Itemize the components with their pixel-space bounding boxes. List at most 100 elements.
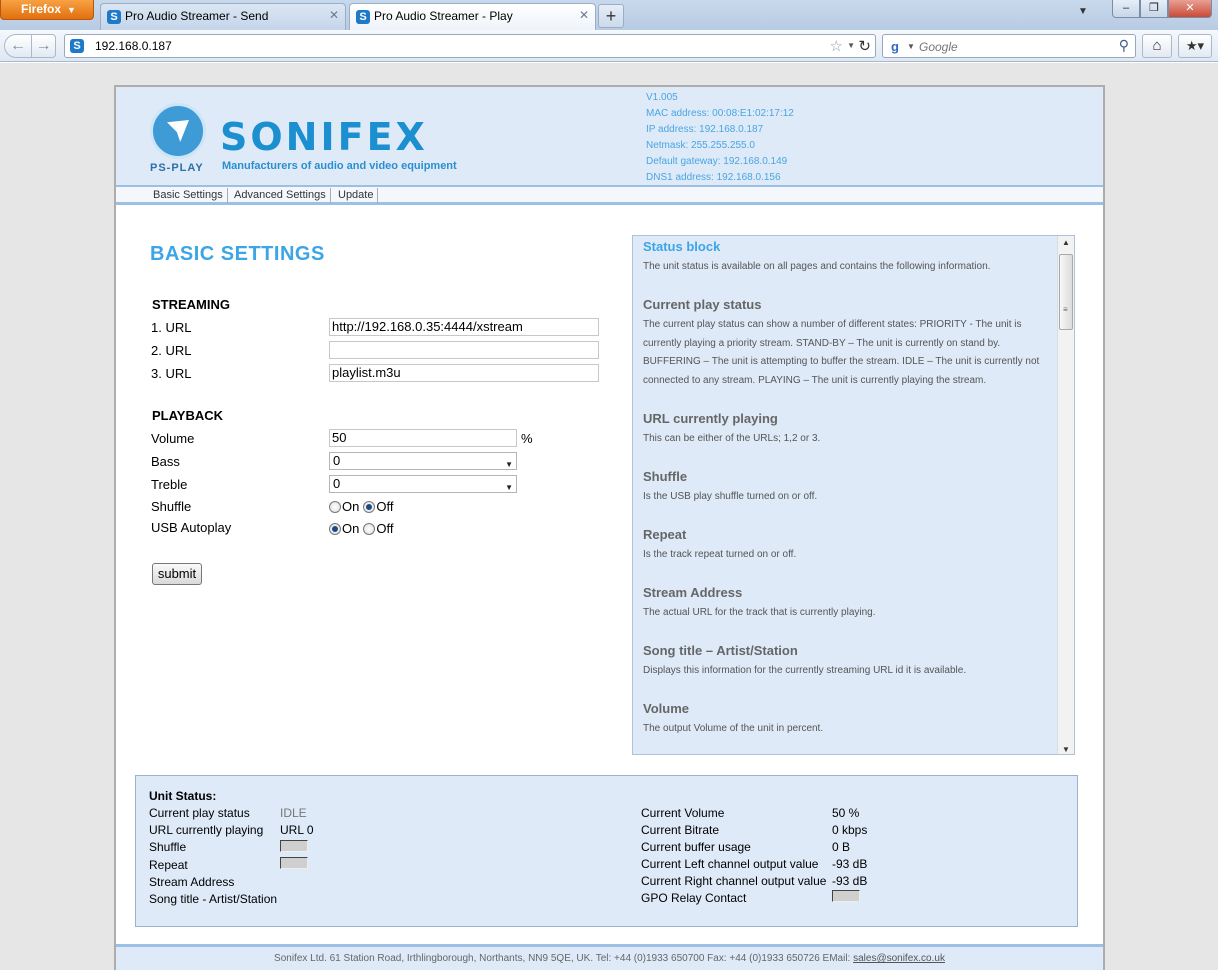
chevron-down-icon: ▼ — [505, 483, 513, 492]
url-playing-value: URL 0 — [280, 823, 314, 837]
shuffle-radio-group: On Off — [329, 499, 393, 514]
shuffle-off-radio[interactable] — [363, 500, 376, 513]
tab-label: Pro Audio Streamer - Play — [374, 9, 513, 23]
search-placeholder: Google — [919, 40, 958, 54]
help-text: Is the track repeat turned on or off. — [643, 549, 797, 560]
status-block-title: Status block — [643, 239, 721, 254]
tab-close-icon[interactable]: ✕ — [329, 8, 339, 22]
address-bar[interactable]: S 192.168.0.187 ☆ ▼ ↻ — [64, 34, 876, 58]
help-text: This can be either of the URLs; 1,2 or 3… — [643, 433, 821, 444]
shuffle-on-radio[interactable] — [329, 500, 341, 513]
footer-address: Sonifex Ltd. 61 Station Road, Irthlingbo… — [274, 953, 854, 964]
search-bar[interactable]: g ▼ Google ⚲ — [882, 34, 1136, 58]
ip-address: IP address: 192.168.0.187 — [646, 124, 764, 135]
sonifex-favicon-icon: S — [356, 10, 370, 24]
status-label: Stream Address — [149, 875, 235, 889]
help-heading: Current play status — [643, 297, 762, 312]
footer-email-link[interactable]: sales@sonifex.co.uk — [853, 953, 945, 964]
window-controls: – ❐ ✕ — [1112, 0, 1212, 18]
bookmarks-menu-icon[interactable]: ★▾ — [1178, 34, 1212, 58]
chevron-down-icon: ▼ — [505, 460, 513, 469]
right-channel-value: -93 dB — [832, 874, 868, 888]
dns1-address: DNS1 address: 192.168.0.156 — [646, 172, 781, 183]
network-info: V1.005 MAC address: 00:08:E1:02:17:12 IP… — [646, 90, 794, 186]
minimize-icon[interactable]: – — [1112, 0, 1140, 18]
url-text: 192.168.0.187 — [95, 39, 172, 53]
usb-autoplay-off-radio[interactable] — [363, 522, 376, 535]
firmware-version: V1.005 — [646, 92, 678, 103]
usb-autoplay-on-radio[interactable] — [329, 522, 341, 535]
usb-autoplay-radio-group: On Off — [329, 521, 393, 536]
help-text: The current play status can show a numbe… — [643, 319, 1040, 386]
buffer-usage-value: 0 B — [832, 840, 851, 854]
menu-update[interactable]: Update — [334, 188, 379, 204]
unit-status-panel: Unit Status: Current play status IDLE UR… — [135, 775, 1078, 927]
status-label: Repeat — [149, 858, 188, 872]
google-engine-icon[interactable]: g — [887, 39, 903, 55]
help-heading: Volume — [643, 701, 689, 716]
shuffle-indicator — [280, 840, 308, 852]
page-viewport: PS-PLAY SONIFEX Manufacturers of audio a… — [0, 63, 1218, 970]
help-heading: URL currently playing — [643, 411, 778, 426]
search-icon[interactable]: ⚲ — [1119, 37, 1129, 54]
usb-autoplay-off-label: Off — [376, 521, 394, 536]
repeat-indicator — [280, 857, 308, 869]
shuffle-on-label: On — [342, 499, 360, 514]
treble-label: Treble — [151, 477, 188, 492]
left-channel-value: -93 dB — [832, 857, 868, 871]
volume-unit: % — [521, 431, 533, 446]
firefox-menu-label: Firefox — [21, 2, 62, 16]
new-tab-button[interactable]: + — [598, 4, 624, 28]
maximize-icon[interactable]: ❐ — [1140, 0, 1168, 18]
netmask: Netmask: 255.255.255.0 — [646, 140, 755, 151]
browser-titlebar: Firefox ▼ S Pro Audio Streamer - Send ✕ S… — [0, 0, 1218, 30]
engine-dropdown-icon[interactable]: ▼ — [907, 42, 915, 51]
volume-input[interactable]: 50 — [329, 429, 517, 447]
tab-label: Pro Audio Streamer - Send — [125, 9, 269, 23]
default-gateway: Default gateway: 192.168.0.149 — [646, 156, 788, 167]
status-label: URL currently playing — [149, 823, 264, 837]
logo-tagline: Manufacturers of audio and video equipme… — [222, 160, 457, 172]
back-arrow-icon[interactable]: ← — [4, 34, 32, 58]
url1-input[interactable]: http://192.168.0.35:4444/xstream — [329, 318, 599, 336]
streaming-heading: STREAMING — [152, 297, 230, 312]
page-header: PS-PLAY SONIFEX Manufacturers of audio a… — [116, 87, 1103, 187]
bookmark-star-icon[interactable]: ☆ — [830, 37, 843, 55]
list-all-tabs-icon[interactable]: ▼ — [1078, 6, 1088, 17]
reload-icon[interactable]: ↻ — [858, 37, 871, 55]
sonifex-logo: SONIFEX — [220, 115, 428, 159]
forward-arrow-icon[interactable]: → — [32, 34, 56, 58]
history-dropdown-icon[interactable]: ▼ — [847, 41, 855, 50]
firefox-menu-button[interactable]: Firefox ▼ — [0, 0, 94, 20]
url2-label: 2. URL — [151, 343, 192, 358]
shuffle-off-label: Off — [376, 499, 394, 514]
url3-input[interactable]: playlist.m3u — [329, 364, 599, 382]
tab-send[interactable]: S Pro Audio Streamer - Send ✕ — [100, 3, 346, 30]
url2-input[interactable] — [329, 341, 599, 359]
treble-select[interactable]: 0 ▼ — [329, 475, 517, 493]
play-status-value: IDLE — [280, 806, 307, 820]
scroll-up-icon[interactable]: ▲ — [1062, 238, 1070, 247]
sonifex-favicon-icon: S — [70, 39, 84, 53]
status-block-panel[interactable]: Status block The unit status is availabl… — [632, 235, 1075, 755]
tab-play[interactable]: S Pro Audio Streamer - Play ✕ — [349, 3, 596, 30]
status-label: Current buffer usage — [641, 840, 751, 854]
help-heading: Repeat — [643, 527, 687, 542]
status-block-scrollbar[interactable]: ▲ ≡ ▼ — [1057, 236, 1074, 754]
scrollbar-thumb[interactable]: ≡ — [1059, 254, 1073, 330]
bass-select[interactable]: 0 ▼ — [329, 452, 517, 470]
menu-advanced-settings[interactable]: Advanced Settings — [230, 188, 331, 204]
unit-status-title: Unit Status: — [149, 789, 217, 803]
home-icon[interactable]: ⌂ — [1142, 34, 1172, 58]
submit-button[interactable]: submit — [152, 563, 202, 585]
window-close-icon[interactable]: ✕ — [1168, 0, 1212, 18]
mac-address: MAC address: 00:08:E1:02:17:12 — [646, 108, 794, 119]
menu-basic-settings[interactable]: Basic Settings — [149, 188, 228, 204]
status-label: Song title - Artist/Station — [149, 892, 278, 906]
scroll-down-icon[interactable]: ▼ — [1062, 745, 1070, 754]
help-text: Displays this information for the curren… — [643, 665, 967, 676]
tab-close-icon[interactable]: ✕ — [579, 8, 589, 22]
help-text: Is the USB play shuffle turned on or off… — [643, 491, 818, 502]
usb-autoplay-on-label: On — [342, 521, 360, 536]
help-heading: Song title – Artist/Station — [643, 643, 798, 658]
